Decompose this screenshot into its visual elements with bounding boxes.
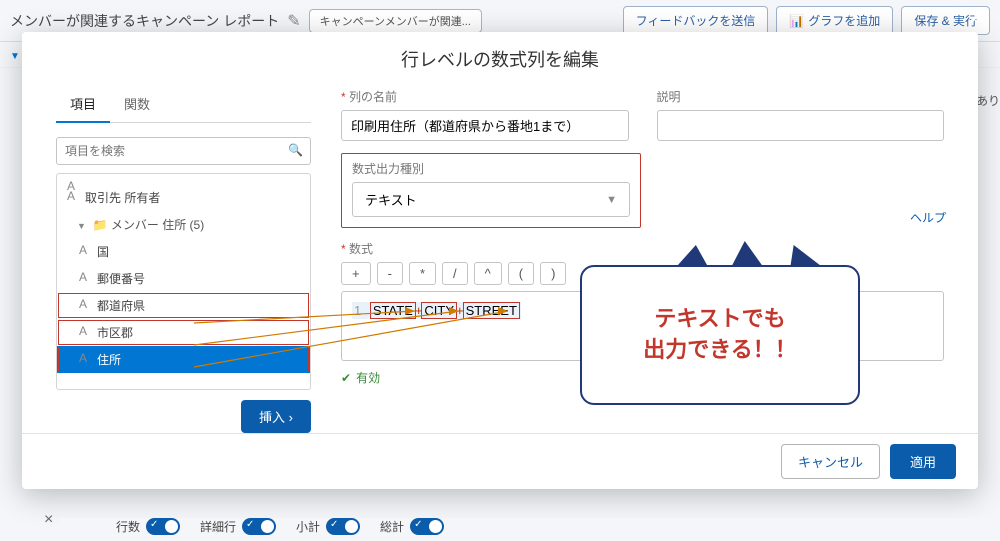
toggle-total[interactable] <box>410 518 444 535</box>
tree-truncated-item[interactable] <box>57 174 310 184</box>
tree-country[interactable]: 国 <box>57 238 310 265</box>
output-type-select[interactable]: テキスト ▼ <box>352 182 630 217</box>
tree-street[interactable]: 住所 <box>57 346 310 373</box>
output-type-highlight: 数式出力種別 テキスト ▼ <box>341 153 641 228</box>
desc-label: 説明 <box>657 90 681 104</box>
toggle-detail[interactable] <box>242 518 276 535</box>
cancel-button[interactable]: キャンセル <box>781 444 880 479</box>
help-link[interactable]: ヘルプ <box>910 209 946 226</box>
line-number: 1 <box>354 303 361 318</box>
bottom-toggle-bar: 行数 詳細行 小計 総計 <box>60 518 1000 535</box>
tree-account-owner[interactable]: 取引先 所有者 <box>57 184 310 211</box>
toggle-row-label: 行数 <box>116 518 140 535</box>
description-input[interactable] <box>657 110 945 141</box>
formula-modal: 行レベルの数式列を編集 項目 関数 🔍 取引先 所有者 📁メンバー 住所 (5)… <box>22 32 978 489</box>
token-state: STATE <box>371 303 415 318</box>
op-plus[interactable]: + <box>341 262 371 285</box>
modal-title: 行レベルの数式列を編集 <box>22 32 978 88</box>
toggle-total-label: 総計 <box>380 518 404 535</box>
toggle-row[interactable] <box>146 518 180 535</box>
apply-button[interactable]: 適用 <box>890 444 956 479</box>
toggle-detail-label: 詳細行 <box>200 518 236 535</box>
insert-button[interactable]: 挿入 <box>241 400 311 433</box>
add-chart-button[interactable]: グラフを追加 <box>776 6 893 35</box>
chevron-down-icon: ▼ <box>606 194 617 206</box>
op-minus[interactable]: - <box>377 262 403 285</box>
op-lparen[interactable]: ( <box>508 262 534 285</box>
name-label: 列の名前 <box>341 90 397 104</box>
formula-label: 数式 <box>341 242 373 256</box>
field-tree: 取引先 所有者 📁メンバー 住所 (5) 国 郵便番号 都道府県 市区郡 住所 <box>56 173 311 390</box>
op-pow[interactable]: ^ <box>474 262 502 285</box>
tree-city[interactable]: 市区郡 <box>57 319 310 346</box>
tab-fields[interactable]: 項目 <box>56 88 110 123</box>
close-icon[interactable]: ✕ <box>968 4 986 30</box>
op-mult[interactable]: * <box>409 262 436 285</box>
token-city: CITY <box>422 303 456 318</box>
search-icon: 🔍 <box>288 143 303 157</box>
field-search-input[interactable] <box>56 137 311 165</box>
bottom-close-icon[interactable]: × <box>44 511 53 529</box>
left-tabs: 項目 関数 <box>56 88 311 123</box>
feedback-button[interactable]: フィードバックを送信 <box>623 6 769 35</box>
op-rparen[interactable]: ) <box>540 262 566 285</box>
output-type-label: 数式出力種別 <box>352 162 424 176</box>
column-name-input[interactable] <box>341 110 629 141</box>
tree-postal[interactable]: 郵便番号 <box>57 265 310 292</box>
tree-state[interactable]: 都道府県 <box>57 292 310 319</box>
edit-pencil-icon[interactable]: ✎ <box>287 11 300 31</box>
token-street: STREET <box>464 303 519 318</box>
campaign-chip[interactable]: キャンペーンメンバーが関連... <box>309 9 482 33</box>
tree-folder-address[interactable]: 📁メンバー 住所 (5) <box>57 211 310 238</box>
tab-functions[interactable]: 関数 <box>110 88 164 122</box>
op-div[interactable]: / <box>442 262 468 285</box>
toggle-subtotal-label: 小計 <box>296 518 320 535</box>
report-title: メンバーが関連するキャンペーン レポート <box>10 11 279 31</box>
output-type-value: テキスト <box>365 190 417 209</box>
annotation-bubble: テキストでも出力できる！！ <box>580 265 860 405</box>
toggle-subtotal[interactable] <box>326 518 360 535</box>
